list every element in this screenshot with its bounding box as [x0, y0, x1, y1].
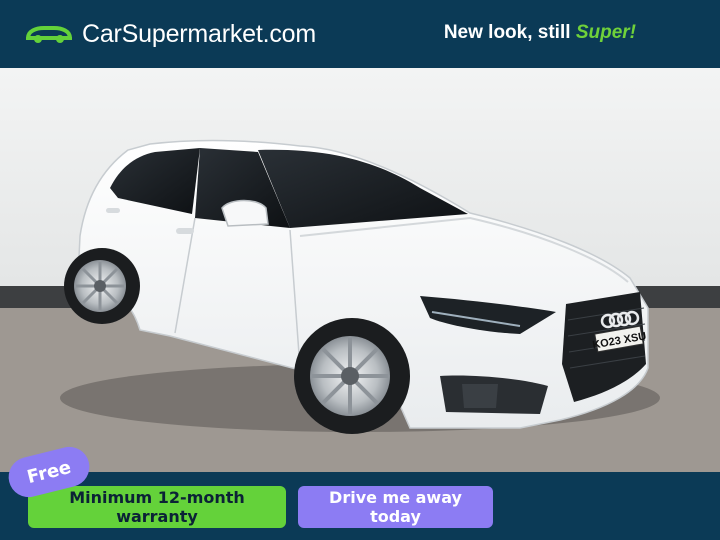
tagline-main: New look, still: [443, 22, 576, 43]
car-photo[interactable]: KO23 XSU: [0, 68, 720, 472]
warranty-button[interactable]: Minimum 12-month warranty: [28, 486, 286, 528]
drive-away-button[interactable]: Drive me away today: [298, 486, 493, 528]
brand-name: CarSupermarket.com: [82, 19, 316, 48]
brand-logo[interactable]: CarSupermarket.com: [24, 18, 316, 50]
listing-footer: Minimum 12-month warranty Drive me away …: [0, 472, 720, 540]
car-logo-icon: [24, 22, 74, 46]
header-tagline: New look, still Super!: [444, 22, 636, 44]
site-header: CarSupermarket.com New look, still Super…: [0, 0, 720, 68]
tagline-accent: Super!: [575, 22, 636, 43]
